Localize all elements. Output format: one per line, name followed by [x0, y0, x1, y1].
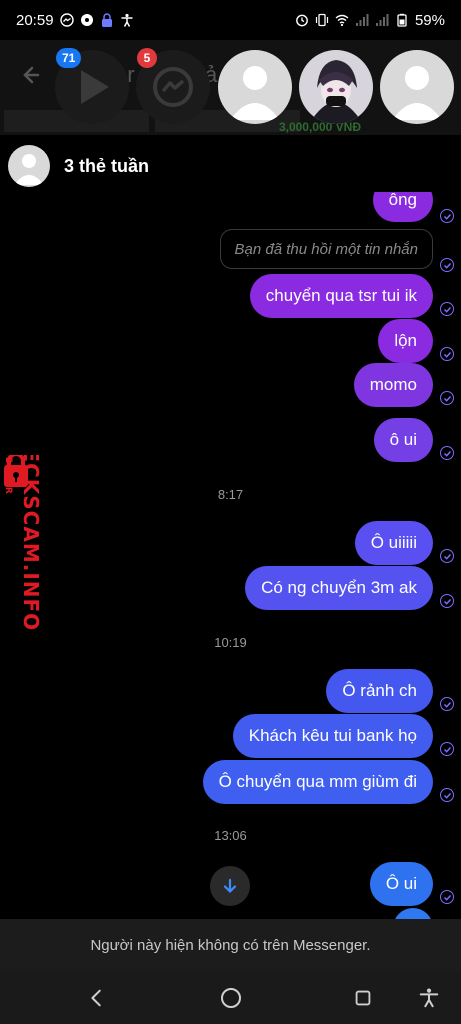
- message-bubble[interactable]: lộn: [378, 319, 433, 363]
- seen-check-icon: [440, 258, 454, 272]
- message-bubble[interactable]: Khách kêu tui bank họ: [232, 714, 433, 758]
- nav-back-icon[interactable]: [82, 983, 112, 1013]
- checkscam-watermark: CHECKSCAM.INFO DATA CENTER: [2, 415, 46, 675]
- timestamp: 13:06: [214, 828, 247, 843]
- alarm-icon: [295, 13, 309, 27]
- unavailable-banner: Người này hiện không có trên Messenger.: [0, 919, 461, 971]
- message-text: lộn: [394, 331, 417, 350]
- message-text: Khách kêu tui bank họ: [248, 726, 417, 745]
- messenger-unread-badge: 5: [137, 48, 157, 68]
- vibrate-icon: [315, 13, 329, 27]
- seen-check-icon: [440, 391, 454, 405]
- conversation-title[interactable]: 3 thẻ tuần: [64, 156, 149, 177]
- messenger-notification-icon: [59, 13, 74, 27]
- battery-icon: [395, 13, 409, 27]
- seen-check-icon: [440, 594, 454, 608]
- message-bubble[interactable]: Có ng chuyển 3m ak: [245, 566, 433, 610]
- message-text: chuyển qua tsr tui ik: [265, 286, 417, 305]
- scroll-to-bottom-button[interactable]: [210, 866, 250, 906]
- unavailable-text: Người này hiện không có trên Messenger.: [90, 936, 371, 954]
- lock-icon: [100, 13, 114, 27]
- chat-bubble-icon: [80, 13, 94, 27]
- watermark-brand: CHECKSCAM.INFO: [19, 455, 43, 631]
- message-text: Ô chuyển qua mm giùm đi: [218, 772, 417, 791]
- message-text: momo: [369, 375, 417, 394]
- timestamp: 10:19: [214, 635, 247, 650]
- message-bubble[interactable]: Ô uiiiii: [354, 521, 433, 565]
- message-bubble[interactable]: chuyển qua tsr tui ik: [249, 274, 433, 318]
- battery-percent: 59%: [414, 11, 445, 29]
- nav-home-icon[interactable]: [216, 983, 246, 1013]
- message-text: Ô ui: [385, 874, 417, 893]
- play-unread-badge: 71: [56, 48, 82, 68]
- avatar[interactable]: [8, 145, 50, 187]
- nav-recents-icon[interactable]: [348, 983, 378, 1013]
- message-bubble[interactable]: ông: [372, 192, 433, 222]
- anime-avatar-chat-head[interactable]: [299, 50, 373, 124]
- message-bubble[interactable]: momo: [353, 363, 433, 407]
- seen-check-icon: [440, 209, 454, 223]
- message-bubble[interactable]: ô ui: [373, 418, 433, 462]
- nav-accessibility-icon[interactable]: [414, 983, 444, 1013]
- seen-check-icon: [440, 302, 454, 316]
- back-arrow-icon[interactable]: [18, 60, 48, 90]
- message-list[interactable]: ông Bạn đã thu hồi một tin nhắn chuyển q…: [0, 192, 461, 919]
- background-amount: 3,000,000 VNĐ: [278, 120, 361, 134]
- contact-chat-head[interactable]: [218, 50, 292, 124]
- status-time: 20:59: [16, 11, 54, 29]
- message-bubble[interactable]: Ô rảnh ch: [326, 669, 433, 713]
- seen-check-icon: [440, 549, 454, 563]
- seen-check-icon: [440, 697, 454, 711]
- seen-check-icon: [440, 446, 454, 460]
- message-text: ông: [388, 192, 417, 209]
- message-bubble[interactable]: Ô ui: [369, 862, 433, 906]
- message-bubble[interactable]: Ô chuyển qua mm giùm đi: [202, 760, 433, 804]
- recalled-message[interactable]: Bạn đã thu hồi một tin nhắn: [219, 229, 433, 269]
- seen-check-icon: [440, 890, 454, 904]
- seen-check-icon: [440, 347, 454, 361]
- watermark-sub: DATA CENTER: [3, 455, 13, 495]
- arrow-down-icon: [223, 878, 237, 894]
- message-bubble-partial[interactable]: [393, 908, 433, 919]
- signal-icon-2: [375, 13, 389, 27]
- chat-heads-strip: or ả 3,000,000 VNĐ 71 5: [0, 40, 461, 135]
- signal-icon-1: [355, 13, 369, 27]
- message-text: Ô rảnh ch: [342, 681, 417, 700]
- wifi-icon: [335, 13, 349, 27]
- message-text: ô ui: [389, 430, 417, 449]
- accessibility-icon: [120, 13, 134, 27]
- seen-check-icon: [440, 742, 454, 756]
- timestamp: 8:17: [217, 487, 244, 502]
- message-text: Có ng chuyển 3m ak: [261, 578, 417, 597]
- seen-check-icon: [440, 788, 454, 802]
- recalled-text: Bạn đã thu hồi một tin nhắn: [234, 240, 418, 258]
- contact-chat-head[interactable]: [380, 50, 454, 124]
- conversation-header: 3 thẻ tuần: [0, 140, 461, 192]
- system-nav-bar: [0, 971, 461, 1024]
- status-bar: 20:59 59%: [0, 0, 461, 40]
- message-text: Ô uiiiii: [370, 533, 417, 552]
